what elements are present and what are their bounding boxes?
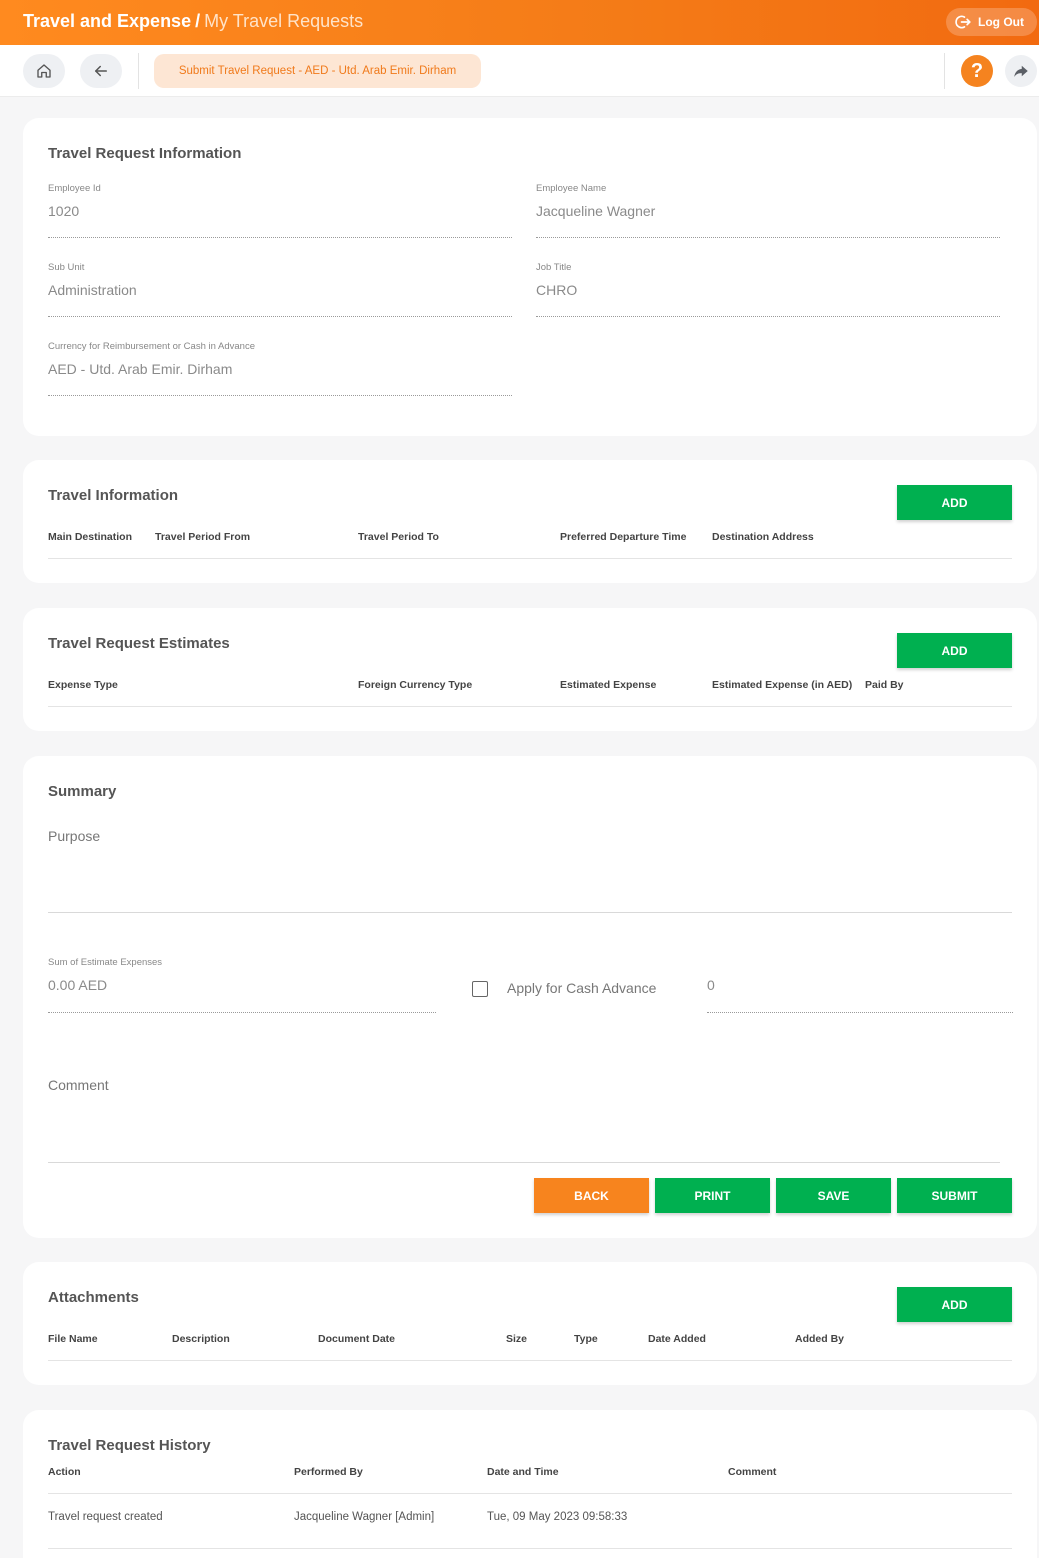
currency-value: AED - Utd. Arab Emir. Dirham xyxy=(48,361,233,377)
column-header: Comment xyxy=(728,1466,777,1478)
history-card: Travel Request History Action Performed … xyxy=(23,1410,1037,1558)
logout-icon xyxy=(954,13,972,31)
currency-label: Currency for Reimbursement or Cash in Ad… xyxy=(48,341,255,352)
add-travel-info-button[interactable]: ADD xyxy=(897,485,1012,520)
home-icon xyxy=(35,62,53,80)
job-title-value: CHRO xyxy=(536,282,578,298)
history-title: Travel Request History xyxy=(48,1437,211,1454)
estimates-title: Travel Request Estimates xyxy=(48,635,230,652)
table-divider xyxy=(48,1493,1012,1494)
history-performed-by: Jacqueline Wagner [Admin] xyxy=(294,1511,435,1523)
sub-unit-field: Sub Unit Administration xyxy=(48,262,512,317)
column-header[interactable]: Travel Period To xyxy=(358,531,439,543)
column-header[interactable]: Date Added xyxy=(648,1333,706,1345)
save-button[interactable]: SAVE xyxy=(776,1178,891,1213)
table-divider xyxy=(48,1360,1012,1361)
column-header[interactable]: Foreign Currency Type xyxy=(358,679,472,691)
column-header[interactable]: File Name xyxy=(48,1333,98,1345)
history-action: Travel request created xyxy=(48,1511,163,1523)
nav-divider xyxy=(138,53,139,89)
app-title: Travel and Expense / My Travel Requests xyxy=(23,11,363,32)
column-header: Date and Time xyxy=(487,1466,559,1478)
attachments-card: Attachments ADD File Name Description Do… xyxy=(23,1262,1037,1385)
column-header[interactable]: Paid By xyxy=(865,679,904,691)
column-header[interactable]: Main Destination xyxy=(48,531,132,543)
history-date-time: Tue, 09 May 2023 09:58:33 xyxy=(487,1511,628,1523)
summary-title: Summary xyxy=(48,783,117,800)
job-title-label: Job Title xyxy=(536,262,572,273)
add-estimate-button[interactable]: ADD xyxy=(897,633,1012,668)
column-header[interactable]: Document Date xyxy=(318,1333,395,1345)
page-title: My Travel Requests xyxy=(204,11,364,31)
cash-advance-amount-input[interactable]: 0 xyxy=(707,957,1013,1013)
top-bar: Travel and Expense / My Travel Requests Lo… xyxy=(0,0,1039,45)
arrow-left-icon xyxy=(92,62,110,80)
column-header[interactable]: Travel Period From xyxy=(155,531,250,543)
estimates-card: Travel Request Estimates ADD Expense Typ… xyxy=(23,608,1037,731)
comment-label: Comment xyxy=(48,1077,109,1093)
cash-advance-label: Apply for Cash Advance xyxy=(507,980,657,996)
purpose-input[interactable] xyxy=(48,912,1012,913)
comment-input[interactable] xyxy=(48,1162,1000,1163)
title-separator: / xyxy=(195,11,201,31)
sum-expenses-field: Sum of Estimate Expenses 0.00 AED xyxy=(48,957,436,1013)
nav-divider xyxy=(944,53,945,89)
column-header[interactable]: Description xyxy=(172,1333,230,1345)
request-info-card: Travel Request Information Employee Id 1… xyxy=(23,118,1037,436)
employee-id-value: 1020 xyxy=(48,203,80,219)
home-button[interactable] xyxy=(23,54,65,88)
breadcrumb[interactable]: Submit Travel Request - AED - Utd. Arab … xyxy=(154,54,481,88)
summary-card: Summary Purpose Sum of Estimate Expenses… xyxy=(23,756,1037,1238)
column-header[interactable]: Estimated Expense (in AED) xyxy=(712,679,852,691)
table-divider xyxy=(48,1548,1012,1549)
column-header[interactable]: Type xyxy=(574,1333,598,1345)
employee-name-value: Jacqueline Wagner xyxy=(536,203,656,219)
help-button[interactable]: ? xyxy=(961,55,993,87)
column-header[interactable]: Expense Type xyxy=(48,679,118,691)
sub-unit-label: Sub Unit xyxy=(48,262,85,273)
table-divider xyxy=(48,558,1012,559)
sum-expenses-label: Sum of Estimate Expenses xyxy=(48,957,163,968)
sum-expenses-value: 0.00 AED xyxy=(48,977,108,993)
logout-label: Log Out xyxy=(978,15,1024,29)
attachments-title: Attachments xyxy=(48,1289,139,1306)
table-divider xyxy=(48,706,1012,707)
cash-advance-amount-value: 0 xyxy=(707,977,715,993)
column-header[interactable]: Preferred Departure Time xyxy=(560,531,686,543)
column-header[interactable]: Added By xyxy=(795,1333,844,1345)
job-title-field: Job Title CHRO xyxy=(536,262,1000,317)
share-button[interactable] xyxy=(1005,55,1037,87)
submit-button[interactable]: SUBMIT xyxy=(897,1178,1012,1213)
nav-bar: Submit Travel Request - AED - Utd. Arab … xyxy=(0,45,1039,97)
print-button[interactable]: PRINT xyxy=(655,1178,770,1213)
add-attachment-button[interactable]: ADD xyxy=(897,1287,1012,1322)
logout-button[interactable]: Log Out xyxy=(946,8,1037,36)
app-name: Travel and Expense xyxy=(23,11,192,31)
back-button[interactable]: BACK xyxy=(534,1178,649,1213)
sub-unit-value: Administration xyxy=(48,282,137,298)
purpose-label: Purpose xyxy=(48,828,101,844)
currency-field: Currency for Reimbursement or Cash in Ad… xyxy=(48,341,512,396)
share-icon xyxy=(1012,62,1030,80)
back-nav-button[interactable] xyxy=(80,54,122,88)
travel-info-card: Travel Information ADD Main Destination … xyxy=(23,460,1037,583)
column-header[interactable]: Destination Address xyxy=(712,531,814,543)
column-header[interactable]: Size xyxy=(506,1333,527,1345)
employee-name-label: Employee Name xyxy=(536,183,607,194)
request-info-title: Travel Request Information xyxy=(48,145,242,162)
employee-id-label: Employee Id xyxy=(48,183,101,194)
column-header: Performed By xyxy=(294,1466,363,1478)
employee-id-field: Employee Id 1020 xyxy=(48,183,512,238)
travel-info-title: Travel Information xyxy=(48,487,179,504)
employee-name-field: Employee Name Jacqueline Wagner xyxy=(536,183,1000,238)
help-icon: ? xyxy=(970,59,984,82)
cash-advance-checkbox[interactable] xyxy=(472,981,488,997)
column-header: Action xyxy=(48,1466,81,1478)
column-header[interactable]: Estimated Expense xyxy=(560,679,656,691)
